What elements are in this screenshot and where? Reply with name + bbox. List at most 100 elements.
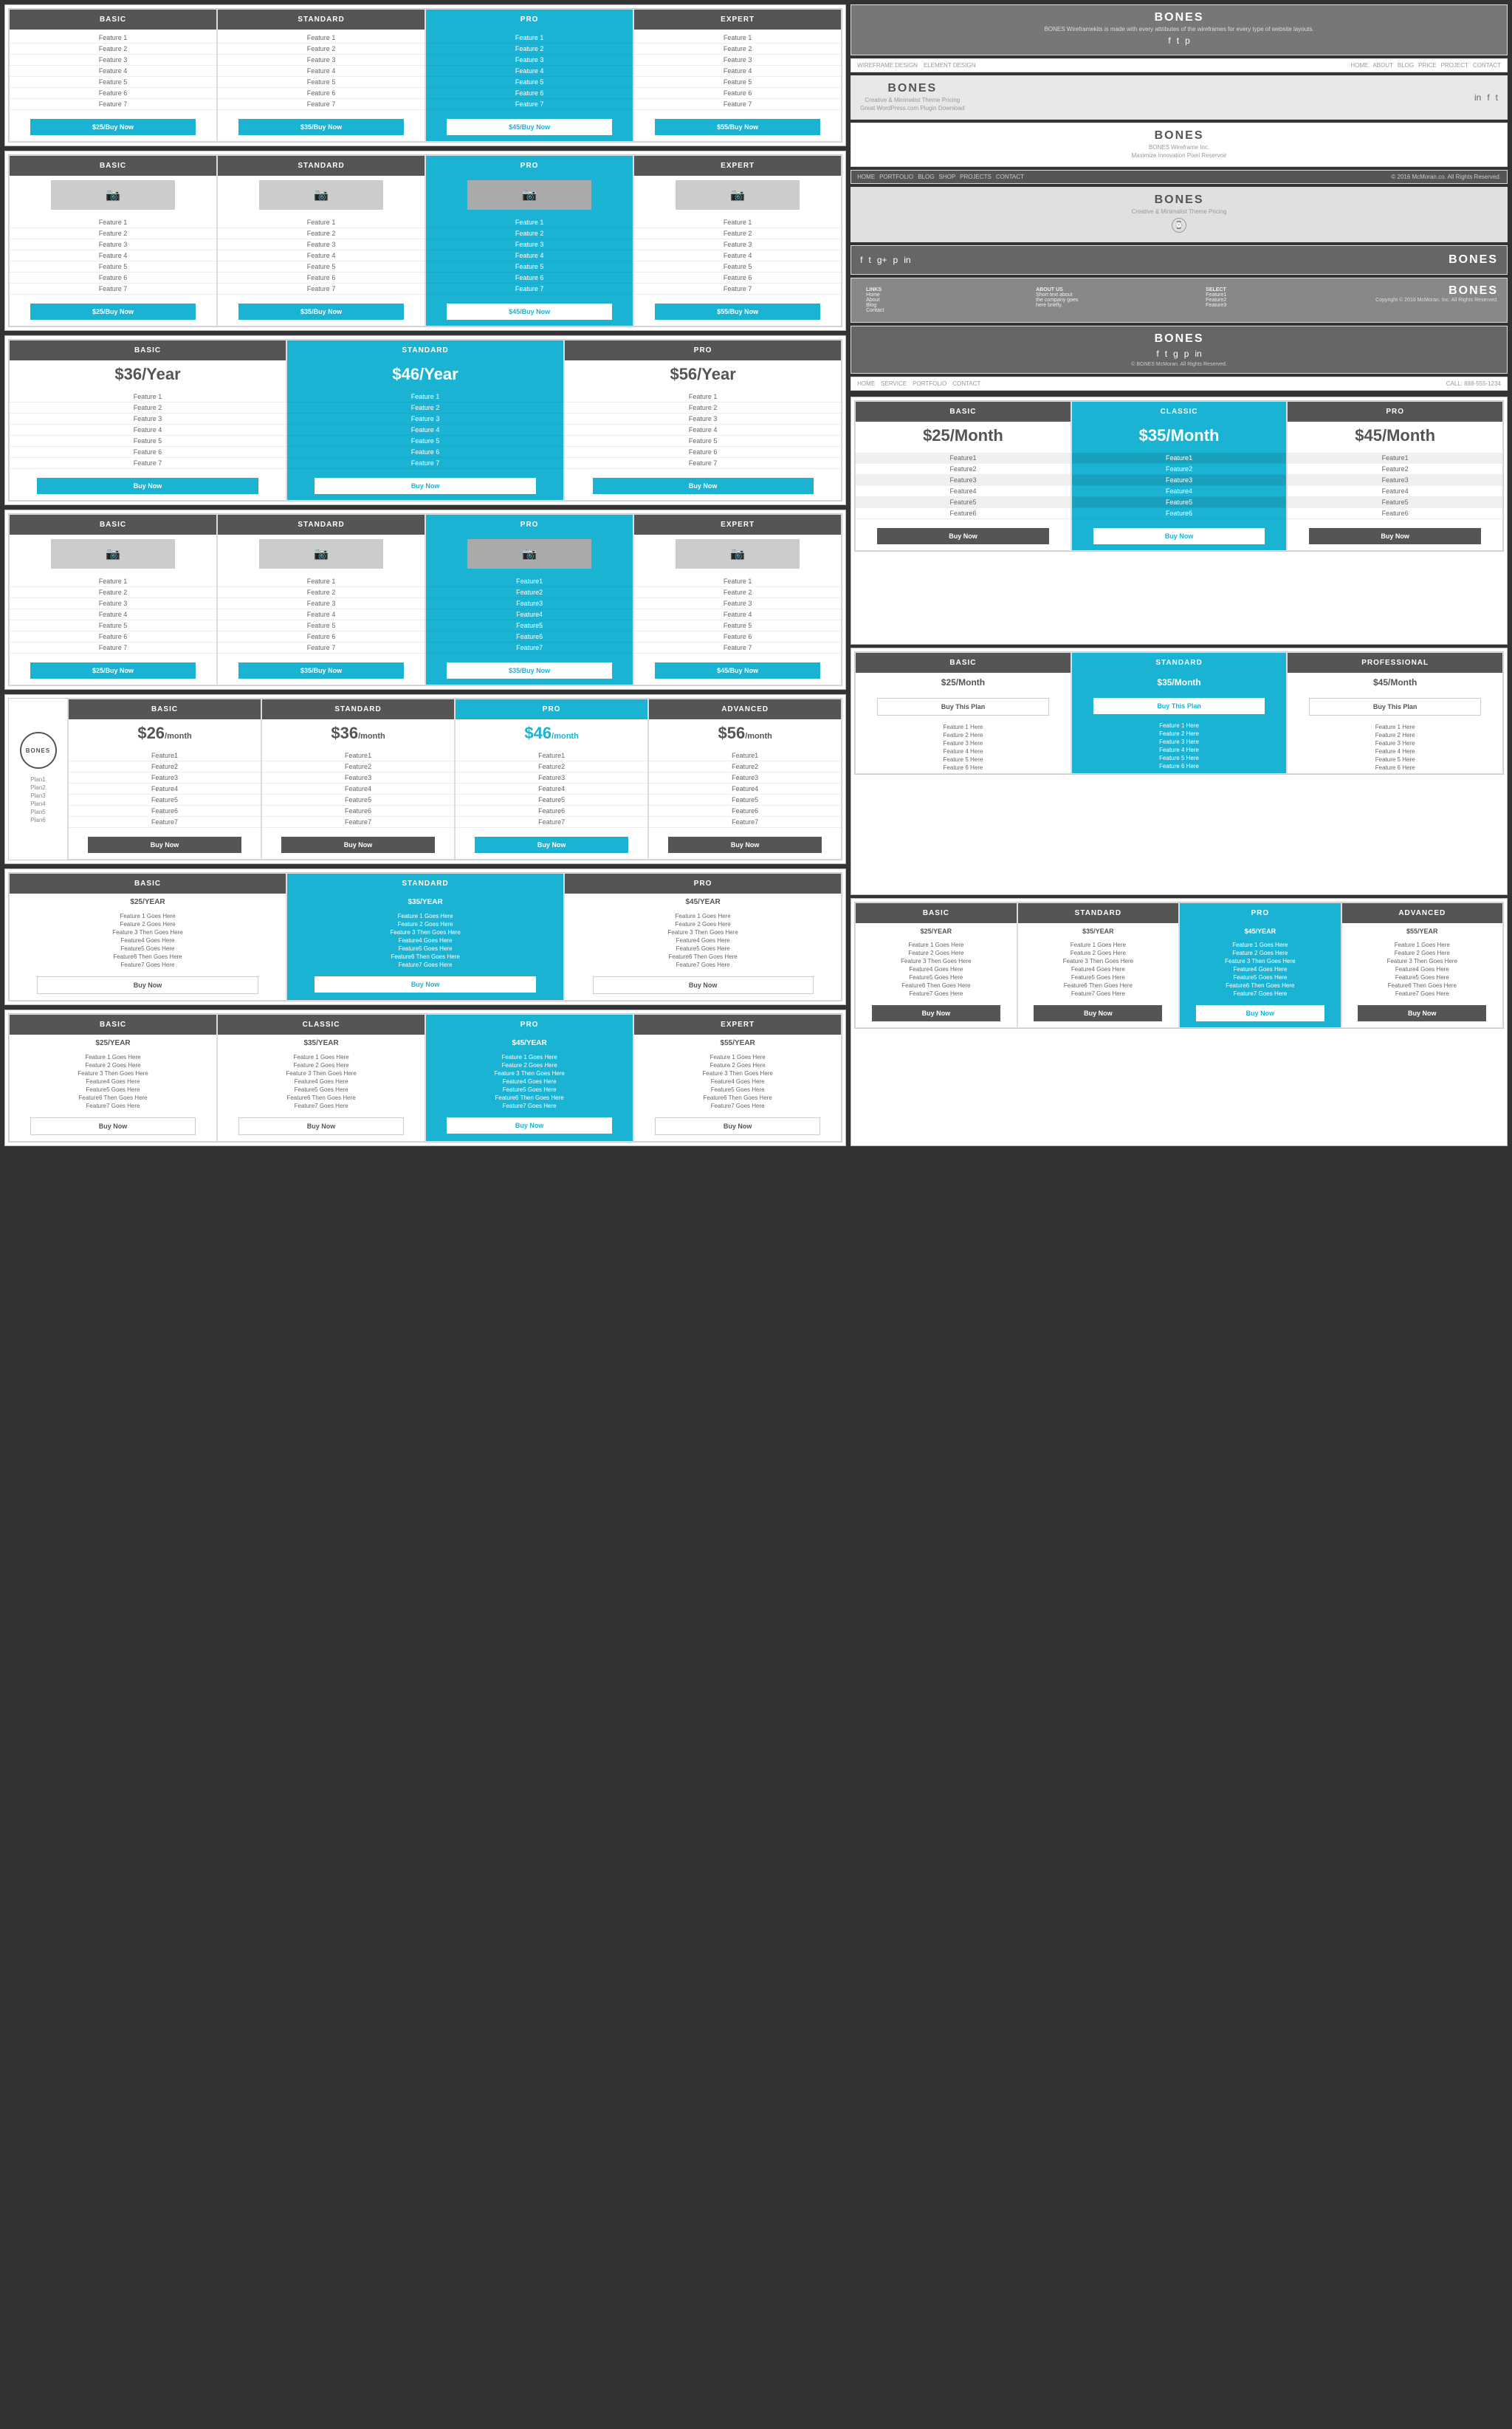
bones-card-10: HOME SERVICE PORTFOLIO CONTACT CALL: 888… (850, 377, 1508, 391)
feature-item: Feature 4 (565, 425, 841, 436)
googleplus-icon: g+ (877, 255, 887, 265)
buy-button[interactable]: Buy Now (447, 1117, 612, 1134)
feature-item: Feature5 Goes Here (222, 1086, 420, 1094)
plan-header: PROFESSIONAL (1288, 653, 1502, 673)
feature-item: Feature 4 (10, 66, 216, 77)
buy-button[interactable]: Buy Now (1196, 1005, 1324, 1021)
buy-button[interactable]: $35/Buy Now (238, 304, 404, 320)
plan-price: $45/YEAR (426, 1035, 633, 1052)
feature-item: Feature 6 (426, 273, 633, 284)
feature-item: Feature5 (1072, 497, 1287, 508)
feature-item: Feature4 Goes Here (292, 936, 559, 945)
plan-list-item: Plan2 (30, 784, 45, 791)
buy-this-plan-button[interactable]: Buy This Plan (1309, 698, 1480, 716)
feature-item: Feature 3 (565, 414, 841, 425)
buy-button[interactable]: Buy Now (1093, 528, 1265, 544)
feature-item: Feature 2 (218, 44, 425, 55)
feature-item: Feature4 (262, 784, 454, 795)
feature-item: Feature6 (856, 508, 1071, 519)
logo-circle: BONES (20, 732, 57, 769)
feature-item: Feature 4 (426, 66, 633, 77)
feature-item: Feature4 Goes Here (430, 1078, 628, 1086)
buy-button[interactable]: Buy Now (315, 976, 535, 993)
buy-button[interactable]: $35/Buy Now (447, 662, 612, 679)
buy-button[interactable]: Buy Now (668, 837, 822, 853)
buy-button[interactable]: Buy Now (593, 478, 814, 494)
feature-item: Feature 1 Goes Here (1184, 941, 1336, 949)
buy-button[interactable]: $25/Buy Now (30, 304, 196, 320)
feature-item: Feature 4 (10, 425, 286, 436)
buy-button[interactable]: $45/Buy Now (655, 662, 820, 679)
feature-item: Feature4 (1288, 486, 1502, 497)
feature-item: Feature5 (262, 795, 454, 806)
plan-price: $25/YEAR (10, 1035, 216, 1052)
plan-standard-r3: STANDARD $35/YEAR Feature 1 Goes Here Fe… (1017, 902, 1179, 1028)
feature-item: Feature 3 (634, 239, 841, 250)
feature-item: Feature7 Goes Here (14, 961, 281, 969)
buy-button[interactable]: $35/Buy Now (238, 662, 404, 679)
feature-item: Feature 7 (218, 99, 425, 110)
buy-button[interactable]: Buy Now (37, 976, 258, 994)
buy-this-plan-button[interactable]: Buy This Plan (877, 698, 1048, 716)
bones-right: BONES Copyright © 2016 McMoran. Inc. All… (1375, 284, 1498, 303)
feature-item: Feature4 (69, 784, 261, 795)
plan-list-sidebar: Plan1 Plan2 Plan3 Plan4 Plan5 Plan6 (27, 773, 48, 826)
feature-item: Feature5 Goes Here (860, 973, 1011, 981)
feature-item: Feature5 Goes Here (1184, 973, 1336, 981)
plan-features: Feature1 Feature2 Feature3 Feature4 Feat… (426, 573, 633, 657)
plan-features: Feature 1 Feature 2 Feature 3 Feature 4 … (218, 214, 425, 298)
plan-price: $45/Month (1288, 673, 1502, 692)
plan-price: $56/Year (565, 360, 841, 388)
feature-item: Feature 4 Here (1076, 746, 1282, 754)
feature-item: Feature 4 (634, 250, 841, 261)
twitter-icon: t (869, 255, 871, 265)
bones-subtitle: BONES Wireframe Inc. (860, 144, 1498, 151)
buy-button[interactable]: Buy Now (281, 837, 435, 853)
buy-this-plan-button[interactable]: Buy This Plan (1093, 698, 1265, 714)
feature-item: Feature 5 Here (1292, 756, 1498, 764)
buy-button[interactable]: $45/Buy Now (447, 304, 612, 320)
buy-button-pro-1[interactable]: $45/Buy Now (447, 119, 612, 135)
nav-item: PROJECTS (960, 174, 992, 180)
plan-header: STANDARD (262, 699, 454, 719)
pinterest-icon: p (1185, 35, 1190, 46)
buy-button[interactable]: $25/Buy Now (30, 662, 196, 679)
buy-button[interactable]: Buy Now (30, 1117, 196, 1135)
plan-basic-7: BASIC $25/YEAR Feature 1 Goes Here Featu… (9, 1014, 217, 1142)
feature-item: Feature4 (856, 486, 1071, 497)
plan-header: BASIC (69, 699, 261, 719)
buy-button[interactable]: Buy Now (1309, 528, 1480, 544)
buy-button-expert-1[interactable]: $55/Buy Now (655, 119, 820, 135)
buy-button[interactable]: Buy Now (877, 528, 1048, 544)
buy-button[interactable]: Buy Now (1358, 1005, 1486, 1021)
plan-header: BASIC (856, 402, 1071, 422)
buy-button[interactable]: Buy Now (315, 478, 535, 494)
buy-button[interactable]: Buy Now (872, 1005, 1000, 1021)
facebook-icon: f (1487, 92, 1489, 103)
buy-button[interactable]: Buy Now (88, 837, 241, 853)
plan-header-expert-1: EXPERT (634, 10, 841, 30)
feature-item: Feature 6 (634, 273, 841, 284)
feature-item: Feature 6 Here (860, 764, 1066, 772)
buy-button[interactable]: Buy Now (475, 837, 628, 853)
buy-button[interactable]: Buy Now (37, 478, 258, 494)
nav-item: CONTACT (952, 380, 980, 387)
feature-item: Feature 1 (565, 391, 841, 402)
linkedin-icon: in (1195, 349, 1201, 359)
feature-item: Feature4 Goes Here (1184, 965, 1336, 973)
plan-price: $35/YEAR (218, 1035, 425, 1052)
buy-button-standard-1[interactable]: $35/Buy Now (238, 119, 404, 135)
plan-image: 📷 (467, 539, 591, 569)
buy-button[interactable]: $55/Buy Now (655, 304, 820, 320)
feature-item: Feature6 Then Goes Here (639, 1094, 836, 1102)
feature-item: Feature 3 Then Goes Here (569, 928, 836, 936)
feature-item: Feature 5 (218, 620, 425, 631)
feature-item: Feature 7 (426, 99, 633, 110)
buy-button[interactable]: Buy Now (238, 1117, 404, 1135)
buy-button[interactable]: Buy Now (655, 1117, 820, 1135)
buy-button-basic-1[interactable]: $25/Buy Now (30, 119, 196, 135)
buy-button[interactable]: Buy Now (593, 976, 814, 994)
feature-item: Feature 2 (634, 587, 841, 598)
pricing-grid-2: BASIC 📷 Feature 1 Feature 2 Feature 3 Fe… (8, 154, 842, 327)
buy-button[interactable]: Buy Now (1034, 1005, 1162, 1021)
